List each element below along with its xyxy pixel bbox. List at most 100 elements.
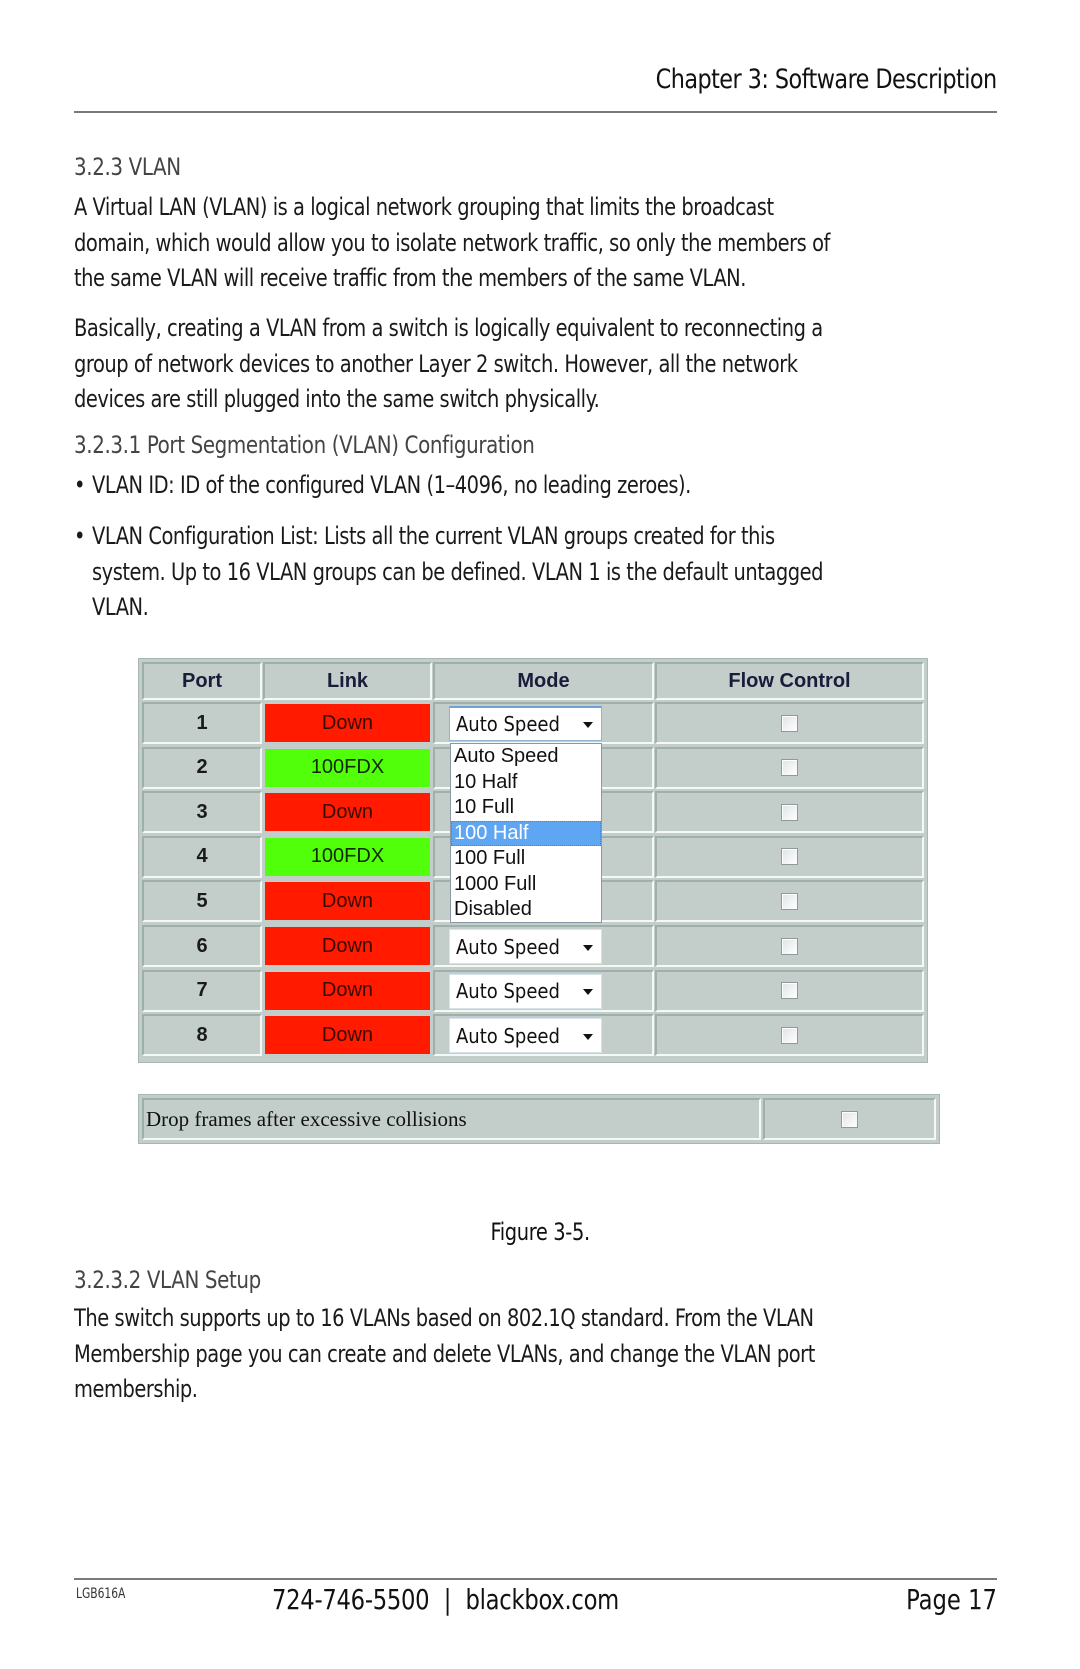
footer-contact: 724-746-5500 | blackbox.com <box>272 1583 619 1616</box>
link-status-cell: Down <box>263 969 432 1012</box>
mode-option[interactable]: Disabled <box>451 897 601 923</box>
text-line: Basically, creating a VLAN from a switch… <box>74 314 823 342</box>
flow-control-checkbox[interactable] <box>781 892 798 910</box>
page-number: Page 17 <box>906 1583 997 1616</box>
text-line: VLAN Configuration List: Lists all the c… <box>92 522 775 550</box>
port-number-cell: 3 <box>142 791 262 834</box>
flow-control-checkbox[interactable] <box>781 848 798 866</box>
port-number: 1 <box>196 711 208 734</box>
chevron-down-icon[interactable] <box>583 722 593 728</box>
flow-control-checkbox[interactable] <box>781 1026 798 1044</box>
port-number: 8 <box>196 1023 208 1046</box>
text-line: domain, which would allow you to isolate… <box>74 228 830 257</box>
footer-rule <box>74 1578 997 1580</box>
collision-label: Drop frames after excessive collisions <box>146 1106 467 1131</box>
port-number: 3 <box>196 800 208 823</box>
phone-number: 724-746-5500 <box>272 1583 430 1616</box>
column-header-flow-control: Flow Control <box>655 662 924 700</box>
subsection-heading-port-segmentation: 3.2.3.1 Port Segmentation (VLAN) Configu… <box>74 431 535 459</box>
section-paragraph-2: Basically, creating a VLAN from a switch… <box>74 311 974 418</box>
chevron-down-icon[interactable] <box>583 1033 593 1040</box>
link-status: Down <box>321 1023 374 1046</box>
link-status-cell: 100FDX <box>263 835 432 878</box>
mode-select[interactable]: Auto Speed <box>449 1018 602 1054</box>
link-status-cell: Down <box>263 880 432 923</box>
mode-option[interactable]: Auto Speed <box>451 744 601 770</box>
collision-checkbox[interactable] <box>841 1110 858 1128</box>
link-status: Down <box>321 711 374 734</box>
port-number-cell: 5 <box>142 880 262 923</box>
section-heading: 3.2.3 VLAN <box>74 153 181 181</box>
port-number: 5 <box>196 889 208 912</box>
text-line: membership. <box>74 1375 198 1403</box>
flow-control-cell <box>655 969 924 1012</box>
flow-control-checkbox[interactable] <box>781 803 798 821</box>
chevron-down-icon[interactable] <box>583 989 593 996</box>
text-line: the same VLAN will receive traffic from … <box>74 264 746 292</box>
text-line: Membership page you can create and delet… <box>74 1339 815 1368</box>
chevron-down-icon[interactable] <box>583 944 593 951</box>
column-header-port: Port <box>142 662 262 700</box>
flow-control-checkbox[interactable] <box>781 759 798 777</box>
flow-control-cell <box>655 880 924 923</box>
column-header-mode: Mode <box>433 662 654 700</box>
flow-control-checkbox[interactable] <box>781 714 798 732</box>
text-line: devices are still plugged into the same … <box>74 385 600 413</box>
text-line: VLAN. <box>92 593 149 621</box>
subsection-heading-vlan-setup: 3.2.3.2 VLAN Setup <box>74 1266 261 1294</box>
mode-select-value: Auto Speed <box>456 1023 560 1048</box>
link-status-cell: 100FDX <box>263 746 432 789</box>
chapter-title: Chapter 3: Software Description <box>656 64 998 95</box>
figure-caption: Figure 3-5. <box>0 1218 1080 1246</box>
port-number: 6 <box>196 934 208 957</box>
text-line: VLAN ID: ID of the configured VLAN (1–40… <box>92 471 691 499</box>
mode-select[interactable]: Auto Speed <box>449 973 602 1009</box>
flow-control-checkbox[interactable] <box>781 982 798 1000</box>
collision-label-cell: Drop frames after excessive collisions <box>142 1098 761 1140</box>
mode-select-value: Auto Speed <box>456 934 560 959</box>
link-status: Down <box>321 800 374 823</box>
text-line: The switch supports up to 16 VLANs based… <box>74 1304 814 1332</box>
website-link[interactable]: blackbox.com <box>466 1583 620 1616</box>
link-status-cell: Down <box>263 702 432 744</box>
mode-option[interactable]: 1000 Full <box>451 872 601 898</box>
link-status-cell: Down <box>263 1014 432 1057</box>
collision-checkbox-cell <box>763 1098 936 1140</box>
column-header-label: Link <box>326 669 369 692</box>
column-header-label: Port <box>182 669 222 692</box>
port-number: 2 <box>196 756 208 779</box>
flow-control-cell <box>655 791 924 834</box>
flow-control-checkbox[interactable] <box>781 937 798 955</box>
vlan-setup-paragraph: The switch supports up to 16 VLANs based… <box>74 1301 974 1408</box>
text-line: group of network devices to another Laye… <box>74 349 798 378</box>
flow-control-cell <box>655 835 924 878</box>
text-line: A Virtual LAN (VLAN) is a logical networ… <box>74 193 774 221</box>
mode-select[interactable]: Auto Speed <box>449 706 602 741</box>
link-status-cell: Down <box>263 925 432 967</box>
mode-option[interactable]: 100 Half <box>451 820 601 846</box>
port-number-cell: 4 <box>142 835 262 878</box>
port-number-cell: 7 <box>142 969 262 1012</box>
link-status: Down <box>321 979 374 1002</box>
flow-control-cell <box>655 702 924 744</box>
mode-option[interactable]: 10 Half <box>451 770 601 796</box>
mode-select-value: Auto Speed <box>456 712 560 736</box>
mode-option[interactable]: 10 Full <box>451 795 601 821</box>
bullet-vlan-config-list: • VLAN Configuration List: Lists all the… <box>74 519 983 626</box>
link-status: Down <box>321 934 374 957</box>
port-number-cell: 2 <box>142 746 262 789</box>
port-number-cell: 1 <box>142 702 262 744</box>
mode-dropdown-list[interactable]: Auto Speed 10 Half 10 Full 100 Half 100 Full… <box>450 743 602 923</box>
port-number: 4 <box>196 845 208 868</box>
mode-option[interactable]: 100 Full <box>451 846 601 872</box>
link-status: 100FDX <box>310 756 385 779</box>
footer-separator: | <box>443 1583 452 1616</box>
header-rule <box>74 111 997 113</box>
mode-select[interactable]: Auto Speed <box>449 929 602 964</box>
text-line: system. Up to 16 VLAN groups can be defi… <box>92 557 824 586</box>
column-header-label: Mode <box>517 669 570 692</box>
port-number: 7 <box>196 979 208 1002</box>
port-number-cell: 8 <box>142 1014 262 1057</box>
mode-select-value: Auto Speed <box>456 979 560 1004</box>
figure-caption-text: Figure 3-5. <box>490 1218 590 1246</box>
